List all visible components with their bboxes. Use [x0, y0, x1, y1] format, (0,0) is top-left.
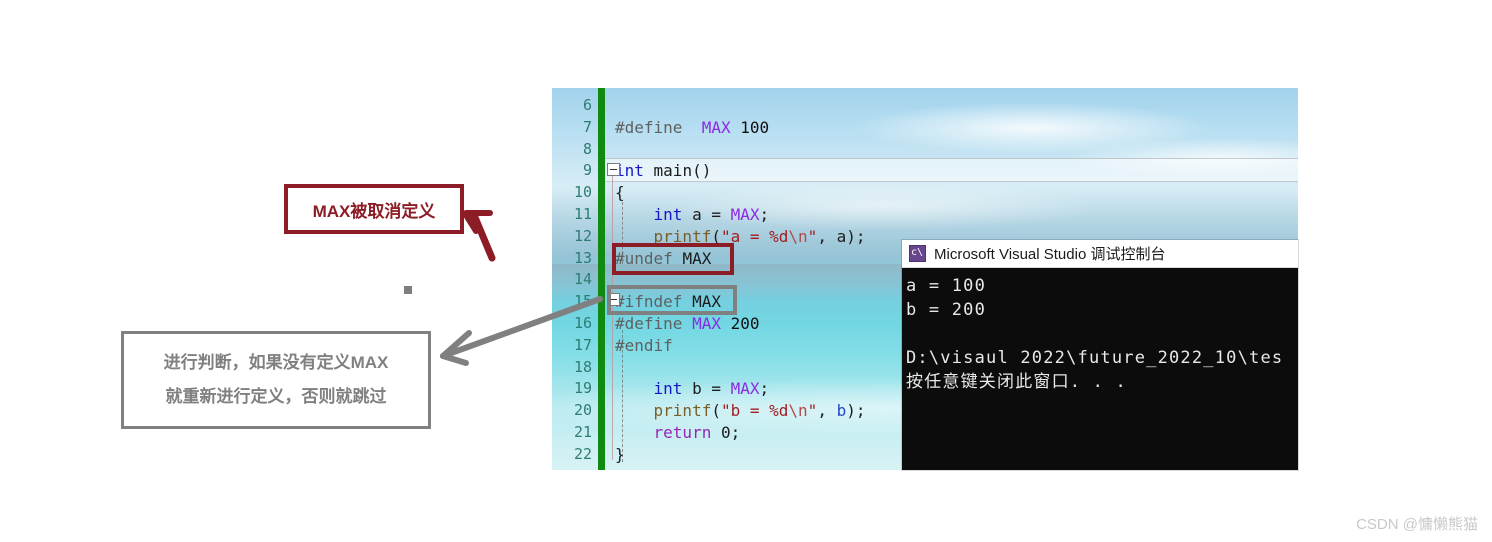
code-token: int — [653, 205, 683, 224]
gray-dot-marker — [404, 286, 412, 294]
line-number-gutter: 6 7 8 9 10 11 12 13 14 15 16 17 18 19 20 21 22 23 — [552, 88, 598, 470]
csdn-watermark: CSDN @慵懒熊猫 — [1356, 516, 1478, 533]
console-window-icon — [909, 244, 926, 262]
code-line[interactable]: int b = MAX; — [615, 379, 770, 399]
code-token: int — [653, 379, 683, 399]
callout1-text: MAX被取消定义 — [312, 201, 436, 221]
callout2-line1: 进行判断，如果没有定义MAX — [163, 353, 389, 372]
code-line[interactable]: #define MAX 200 — [615, 314, 760, 333]
code-token: main() — [643, 161, 712, 181]
code-line[interactable]: { — [615, 183, 625, 202]
code-token: MAX — [730, 379, 760, 399]
line-number: 9 — [582, 161, 592, 180]
line-number: 11 — [573, 205, 592, 223]
line-number: 18 — [573, 357, 592, 376]
highlight-box-ifndef — [607, 285, 737, 315]
line-number: 15 — [573, 292, 592, 311]
line-number: 17 — [573, 335, 592, 354]
code-token: " — [807, 226, 818, 246]
console-output-text: a = 100 b = 200 D:\visaul 2022\future_20… — [906, 276, 1284, 392]
code-line[interactable]: printf("b = %d\n", b); — [615, 401, 866, 421]
code-line[interactable]: #define MAX 100 — [615, 118, 769, 137]
code-token: "b = %d — [720, 401, 789, 421]
code-token: return — [653, 423, 712, 442]
code-line[interactable]: int main() — [615, 161, 711, 180]
scope-guide-main — [612, 174, 613, 460]
callout-ifndef-explanation: 进行判断，如果没有定义MAX 就重新进行定义，否则就跳过 — [121, 331, 431, 429]
code-token: #endif — [615, 335, 673, 355]
code-token: 200 — [720, 314, 760, 333]
code-token: printf — [653, 401, 712, 421]
code-token: 0; — [711, 423, 741, 442]
code-token: b = — [682, 379, 731, 399]
code-line[interactable]: #endif — [615, 336, 673, 355]
callout2-line2: 就重新进行定义，否则就跳过 — [165, 387, 387, 406]
indent-guide-lower — [622, 330, 623, 462]
code-token: , a); — [817, 226, 866, 246]
code-line[interactable]: } — [615, 445, 625, 464]
arrow-red-to-callout1 — [463, 210, 496, 262]
code-token: { — [615, 183, 625, 203]
code-token: 100 — [730, 117, 770, 137]
code-token: #define — [615, 117, 702, 137]
code-token: #define — [615, 314, 693, 333]
line-number: 8 — [582, 139, 592, 158]
code-token: b — [836, 401, 847, 421]
line-number: 22 — [573, 444, 592, 463]
line-number: 19 — [573, 379, 592, 398]
line-number: 20 — [573, 401, 592, 420]
debug-console-window[interactable]: Microsoft Visual Studio 调试控制台 a = 100 b … — [902, 240, 1298, 470]
line-number: 6 — [582, 96, 592, 114]
line-number: 13 — [573, 248, 592, 267]
code-token: \n — [788, 401, 808, 421]
line-number: 10 — [573, 183, 592, 202]
line-number: 14 — [573, 270, 592, 289]
line-number: 7 — [582, 117, 592, 136]
line-number: 21 — [573, 423, 592, 441]
code-token: \n — [788, 226, 808, 246]
code-token: , — [817, 401, 837, 421]
highlight-box-undef — [612, 243, 734, 275]
clipped-bottom-line-number: 23 — [552, 467, 592, 470]
callout-max-undefined: MAX被取消定义 — [284, 184, 464, 234]
code-token: ); — [846, 401, 866, 421]
line-number: 12 — [573, 226, 592, 245]
code-token: MAX — [692, 314, 721, 333]
console-title-bar[interactable]: Microsoft Visual Studio 调试控制台 — [902, 240, 1298, 268]
code-token: MAX — [730, 205, 760, 224]
code-line[interactable]: int a = MAX; — [615, 205, 770, 224]
code-line[interactable]: return 0; — [615, 423, 741, 442]
console-title-text: Microsoft Visual Studio 调试控制台 — [934, 246, 1166, 263]
line-number: 16 — [573, 314, 592, 332]
outline-expander-main[interactable] — [607, 163, 620, 176]
code-token: " — [807, 401, 818, 421]
code-token: ; — [759, 379, 770, 399]
code-token: a = — [682, 205, 731, 224]
code-token: } — [615, 444, 625, 464]
change-tracking-bar — [598, 88, 605, 470]
code-token: ( — [711, 401, 721, 421]
code-token: MAX — [701, 117, 731, 137]
code-token: ; — [759, 205, 770, 224]
